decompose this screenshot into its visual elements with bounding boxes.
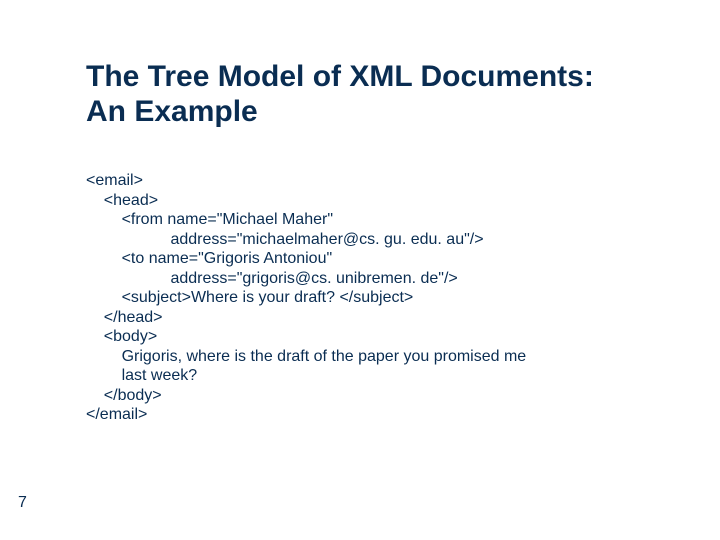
code-line: <subject>Where is your draft? </subject>: [86, 289, 413, 306]
code-line: address="michaelmaher@cs. gu. edu. au"/>: [86, 231, 484, 248]
code-line: </body>: [86, 387, 162, 404]
code-line: <to name="Grigoris Antoniou": [86, 250, 332, 267]
title-line-2: An Example: [86, 95, 258, 128]
code-line: last week?: [86, 367, 197, 384]
code-line: <head>: [86, 192, 158, 209]
code-line: address="grigoris@cs. unibremen. de"/>: [86, 270, 458, 287]
code-line: <from name="Michael Maher": [86, 211, 333, 228]
code-line: <body>: [86, 328, 157, 345]
code-line: <email>: [86, 172, 143, 189]
page-number: 7: [18, 494, 27, 512]
code-line: </email>: [86, 406, 147, 423]
slide-title: The Tree Model of XML Documents: An Exam…: [86, 60, 660, 129]
slide: The Tree Model of XML Documents: An Exam…: [0, 0, 720, 540]
code-line: </head>: [86, 309, 163, 326]
code-block: <email> <head> <from name="Michael Maher…: [86, 171, 660, 425]
title-line-1: The Tree Model of XML Documents:: [86, 60, 594, 93]
code-line: Grigoris, where is the draft of the pape…: [86, 348, 526, 365]
